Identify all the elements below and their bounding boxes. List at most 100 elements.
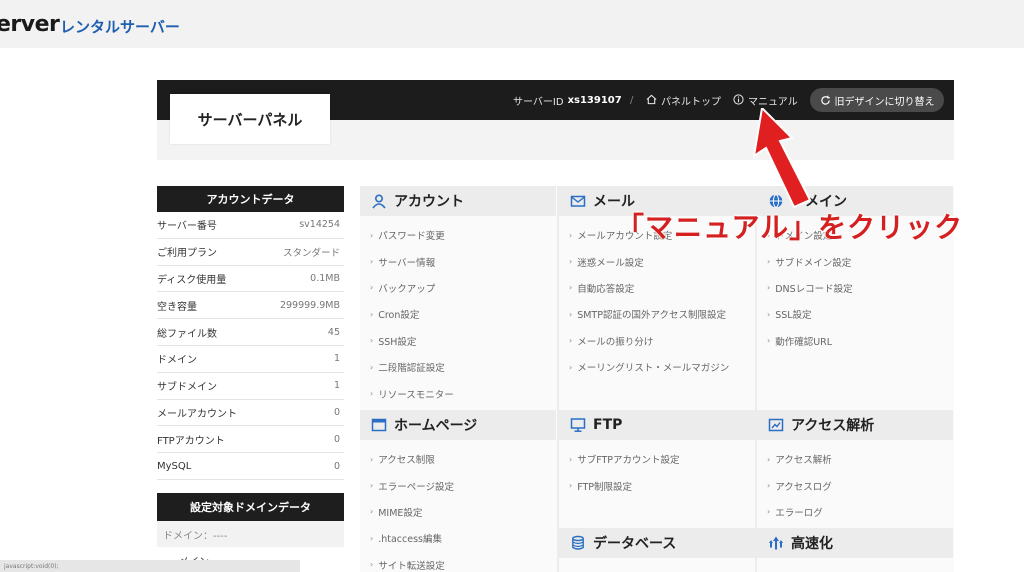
- menu-item-account[interactable]: › バックアップ: [360, 275, 556, 301]
- chevron-right-icon: ›: [370, 389, 374, 399]
- chevron-right-icon: ›: [569, 283, 573, 293]
- database-icon: [569, 534, 587, 552]
- menu-item-account-label: SSH設定: [378, 336, 417, 348]
- menu-item-homepage[interactable]: › MIME設定: [360, 499, 556, 525]
- menu-item-homepage[interactable]: › サイト転送設定: [360, 552, 556, 572]
- menu-item-domain[interactable]: › 動作確認URL: [757, 328, 953, 354]
- menu-item-account-label: サーバー情報: [378, 257, 436, 269]
- account-data-panel: アカウントデータ サーバー番号 sv14254 ご利用プラン スタンダード ディスク使用…: [157, 186, 344, 480]
- menu-item-access-label: エラーログ: [775, 507, 823, 519]
- menu-item-homepage[interactable]: › エラーページ設定: [360, 472, 556, 498]
- account-data-value: 299999.9MB: [279, 299, 340, 311]
- menu-item-account[interactable]: › SSH設定: [360, 328, 556, 354]
- section-account-title: アカウント: [394, 194, 464, 210]
- page-title: サーバーパネル: [170, 94, 330, 144]
- account-data-label: ドメイン: [157, 355, 197, 367]
- section-homepage: ホームページ › アクセス制限 › エラーページ設定 › MIME設定 › .htaccess…: [360, 410, 556, 572]
- menu-item-account[interactable]: › リソースモニター: [360, 380, 556, 406]
- account-data-label: ディスク使用量: [157, 274, 227, 286]
- account-data-value: 0.1MB: [310, 272, 340, 284]
- menu-item-homepage-label: MIME設定: [378, 507, 423, 519]
- section-access-header[interactable]: アクセス解析: [757, 410, 953, 440]
- menu-item-domain[interactable]: › DNSレコード設定: [757, 275, 953, 301]
- page: erver レンタルサーバー サーバーパネル サーバーID xs139107 /…: [0, 0, 1024, 572]
- chevron-right-icon: ›: [569, 481, 573, 491]
- menu-item-domain[interactable]: › サブドメイン設定: [757, 248, 953, 274]
- menu-item-mail[interactable]: › メーリングリスト・メールマガジン: [559, 354, 755, 380]
- section-speed-header[interactable]: 高速化: [757, 528, 953, 558]
- chevron-right-icon: ›: [370, 560, 374, 570]
- section-speed-title: 高速化: [791, 536, 833, 552]
- account-data-label: サーバー番号: [157, 221, 217, 233]
- chevron-right-icon: ›: [370, 283, 374, 293]
- section-ftp-title: FTP: [593, 417, 623, 433]
- switch-old-design-button[interactable]: 旧デザインに切り替え: [810, 88, 944, 112]
- menu-item-mail[interactable]: › メールの振り分け: [559, 328, 755, 354]
- section-ftp-header[interactable]: FTP: [559, 410, 755, 440]
- menu-item-account[interactable]: › 二段階認証設定: [360, 354, 556, 380]
- chevron-right-icon: ›: [569, 257, 573, 267]
- account-data-label: メールアカウント: [157, 408, 237, 420]
- menu-item-mail[interactable]: › SMTP認証の国外アクセス制限設定: [559, 301, 755, 327]
- menu-item-mail-label: メーリングリスト・メールマガジン: [577, 363, 730, 375]
- user-icon: [370, 192, 388, 210]
- menu-item-account[interactable]: › パスワード変更: [360, 222, 556, 248]
- menu-item-mail-label: 迷惑メール設定: [577, 257, 644, 269]
- menu-item-homepage[interactable]: › アクセス制限: [360, 446, 556, 472]
- chevron-right-icon: ›: [370, 309, 374, 319]
- brand-subtitle: レンタルサーバー: [60, 18, 180, 36]
- menu-item-access[interactable]: › アクセスログ: [757, 472, 953, 498]
- menu-item-mail[interactable]: › 迷惑メール設定: [559, 248, 755, 274]
- account-data-value: sv14254: [299, 219, 340, 231]
- chevron-right-icon: ›: [767, 336, 771, 346]
- menu-item-homepage[interactable]: › .htaccess編集: [360, 525, 556, 551]
- menu-item-account[interactable]: › Cron設定: [360, 301, 556, 327]
- annotation-arrow: [752, 108, 812, 208]
- server-id-label: サーバーID: [513, 96, 564, 108]
- menu-item-account-label: バックアップ: [378, 283, 436, 295]
- menu-item-account-label: パスワード変更: [378, 231, 445, 243]
- account-data-row: サブドメイン 1: [157, 373, 344, 400]
- menu-item-ftp[interactable]: › サブFTPアカウント設定: [559, 446, 755, 472]
- chevron-right-icon: ›: [370, 362, 374, 372]
- menu-item-access[interactable]: › アクセス解析: [757, 446, 953, 472]
- section-homepage-title: ホームページ: [394, 418, 478, 434]
- menu-item-access[interactable]: › エラーログ: [757, 499, 953, 525]
- chevron-right-icon: ›: [569, 230, 573, 240]
- switch-old-design-label: 旧デザインに切り替え: [834, 96, 935, 108]
- chevron-right-icon: ›: [370, 533, 374, 543]
- menu-item-ftp-label: サブFTPアカウント設定: [577, 455, 680, 467]
- brand-logo[interactable]: erver: [0, 12, 60, 37]
- chevron-right-icon: ›: [569, 336, 573, 346]
- section-homepage-header[interactable]: ホームページ: [360, 410, 556, 440]
- chevron-right-icon: ›: [370, 336, 374, 346]
- menu-item-domain[interactable]: › SSL設定: [757, 301, 953, 327]
- menu-item-ftp-label: FTP制限設定: [577, 481, 633, 493]
- menu-item-mail[interactable]: › 自動応答設定: [559, 275, 755, 301]
- account-data-row: メールアカウント 0: [157, 400, 344, 427]
- chevron-right-icon: ›: [767, 309, 771, 319]
- menu-item-account[interactable]: › サーバー情報: [360, 248, 556, 274]
- header-separator: /: [630, 94, 634, 106]
- menu-item-homepage-label: .htaccess編集: [378, 534, 442, 546]
- browser-window-icon: [370, 416, 388, 434]
- section-account-header[interactable]: アカウント: [360, 186, 556, 216]
- chevron-right-icon: ›: [370, 481, 374, 491]
- monitor-icon: [569, 416, 587, 434]
- menu-item-mail-label: メールの振り分け: [577, 336, 654, 348]
- section-database-header[interactable]: データベース: [559, 528, 755, 558]
- manual-label: マニュアル: [748, 96, 798, 108]
- account-data-label: ご利用プラン: [157, 248, 217, 260]
- menu-item-account-label: Cron設定: [378, 310, 420, 322]
- section-database-title: データベース: [593, 536, 677, 552]
- account-data-label: 総ファイル数: [157, 328, 217, 340]
- menu-item-ftp[interactable]: › FTP制限設定: [559, 472, 755, 498]
- menu-item-homepage-label: サイト転送設定: [378, 560, 445, 572]
- panel-top-link[interactable]: パネルトップ: [646, 80, 721, 120]
- refresh-icon: [820, 95, 830, 105]
- menu-item-domain-label: SSL設定: [775, 310, 812, 322]
- server-id: サーバーID xs139107: [513, 80, 622, 120]
- account-data-row: ディスク使用量 0.1MB: [157, 266, 344, 293]
- account-data-value: 0: [333, 406, 340, 418]
- chevron-right-icon: ›: [370, 230, 374, 240]
